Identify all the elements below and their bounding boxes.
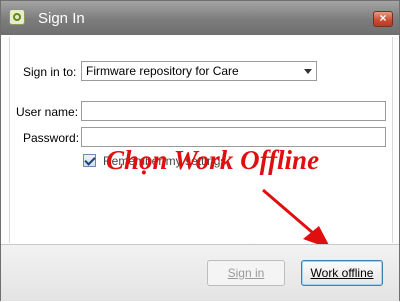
annotation-arrow-line (262, 188, 321, 241)
dialog-footer: Sign in Work offline (1, 244, 399, 301)
work-offline-button[interactable]: Work offline (301, 260, 383, 286)
sign-in-button[interactable]: Sign in (207, 260, 285, 286)
sign-in-dialog: Sign In × Sign in to: Firmware repositor… (0, 0, 400, 301)
